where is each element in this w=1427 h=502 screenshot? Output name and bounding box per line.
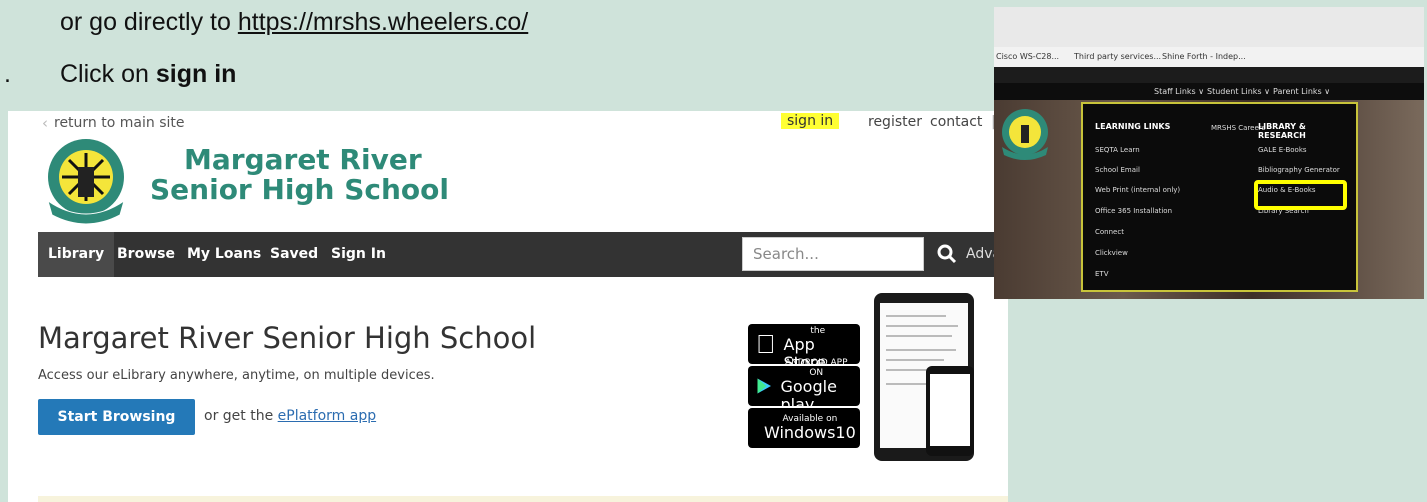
menu-item-gale-ebooks[interactable]: GALE E-Books (1258, 146, 1307, 154)
staff-links-menu[interactable]: Staff Links ∨ (1154, 87, 1204, 96)
page-subtitle: Access our eLibrary anywhere, anytime, o… (38, 368, 435, 383)
bookmark-item[interactable]: Third party services... (1074, 52, 1161, 61)
text-line (886, 315, 946, 317)
parent-links-menu[interactable]: Parent Links ∨ (1273, 87, 1330, 96)
browser-tab-bar (994, 7, 1424, 47)
student-links-menu[interactable]: Student Links ∨ (1207, 87, 1270, 96)
instruction-line-1: or go directly to https://mrshs.wheelers… (60, 8, 528, 37)
menu-item-connect[interactable]: Connect (1095, 228, 1124, 236)
windows-store-badge[interactable]: Available on Windows10 (748, 408, 860, 448)
text-line (886, 383, 926, 385)
return-to-main-site-link[interactable]: ‹ return to main site (42, 114, 184, 132)
site-url-link[interactable]: https://mrshs.wheelers.co/ (238, 8, 528, 36)
page-title: Margaret River Senior High School (38, 321, 537, 355)
menu-item-etv[interactable]: ETV (1095, 270, 1109, 278)
library-research-heading: LIBRARY & RESEARCH (1258, 122, 1306, 140)
instruction-click-text: Click on (60, 60, 156, 88)
nav-sign-in[interactable]: Sign In (331, 232, 386, 277)
google-play-badge[interactable]: ANDROID APP ON Google play (748, 358, 860, 414)
phone-device-image (926, 366, 974, 456)
audio-ebooks-highlight (1254, 180, 1347, 210)
search-icon[interactable] (936, 243, 958, 265)
site-nav-bar: Staff Links ∨ Student Links ∨ Parent Lin… (994, 83, 1424, 100)
eplatform-app-link[interactable]: ePlatform app (278, 408, 376, 424)
bookmarks-bar: Cisco WS-C28... Third party services... … (994, 47, 1424, 67)
text-line (886, 335, 952, 337)
eplatform-promo: or get the ePlatform app (204, 408, 376, 424)
menu-item-web-print[interactable]: Web Print (internal only) (1095, 186, 1180, 194)
sign-in-link[interactable]: sign in (781, 113, 840, 129)
nav-my-loans[interactable]: My Loans (187, 232, 261, 277)
instruction-prefix: or go directly to (60, 8, 238, 36)
search-input[interactable]: Search... (742, 237, 924, 271)
google-play-icon (757, 378, 771, 394)
googleplay-small-text: ANDROID APP ON (784, 358, 848, 378)
menu-item-bibliography[interactable]: Bibliography Generator (1258, 166, 1340, 174)
bookmark-item[interactable]: Shine Forth - Indep... (1162, 52, 1246, 61)
contact-link[interactable]: contact (930, 114, 982, 130)
school-crest-icon (1002, 109, 1048, 160)
appstore-small-text: Download on the (765, 316, 847, 340)
return-link-label: return to main site (54, 115, 185, 131)
main-nav-bar: Library Browse My Loans Saved Sign In Se… (38, 232, 1008, 277)
school-name-heading: Margaret River Senior High School (150, 145, 449, 205)
school-name-line-1: Margaret River (184, 143, 422, 176)
nav-library[interactable]: Library (38, 232, 115, 277)
notice-banner (38, 496, 1008, 502)
chevron-left-icon: ‹ (42, 114, 48, 132)
apple-icon:  (756, 329, 776, 360)
windows-big-text: Windows10 (764, 423, 856, 442)
phone-screen (930, 374, 970, 446)
start-browsing-button[interactable]: Start Browsing (38, 399, 195, 435)
nav-browse[interactable]: Browse (117, 232, 175, 277)
text-line (886, 349, 956, 351)
school-website-menu-screenshot: Cisco WS-C28... Third party services... … (994, 7, 1424, 299)
menu-item-seqta[interactable]: SEQTA Learn (1095, 146, 1140, 154)
school-name-line-2: Senior High School (150, 173, 450, 206)
top-utility-bar: ‹ return to main site sign in register c… (8, 111, 1008, 135)
step-number: . (4, 60, 11, 88)
nav-saved[interactable]: Saved (270, 232, 318, 277)
school-logo[interactable] (40, 135, 132, 225)
menu-item-office365[interactable]: Office 365 Installation (1095, 207, 1172, 215)
text-line (886, 325, 958, 327)
or-get-text: or get the (204, 408, 278, 424)
instruction-sign-in-bold: sign in (155, 60, 237, 88)
school-crest-icon (47, 139, 125, 225)
menu-item-clickview[interactable]: Clickview (1095, 249, 1128, 257)
register-link[interactable]: register (868, 114, 922, 130)
text-line (886, 359, 944, 361)
learning-links-heading: LEARNING LINKS (1095, 122, 1171, 131)
menu-item-school-email[interactable]: School Email (1095, 166, 1140, 174)
bookmark-item[interactable]: Cisco WS-C28... (996, 52, 1059, 61)
instruction-line-2: Click on sign in (60, 60, 236, 89)
library-website-screenshot: ‹ return to main site sign in register c… (8, 111, 1008, 502)
